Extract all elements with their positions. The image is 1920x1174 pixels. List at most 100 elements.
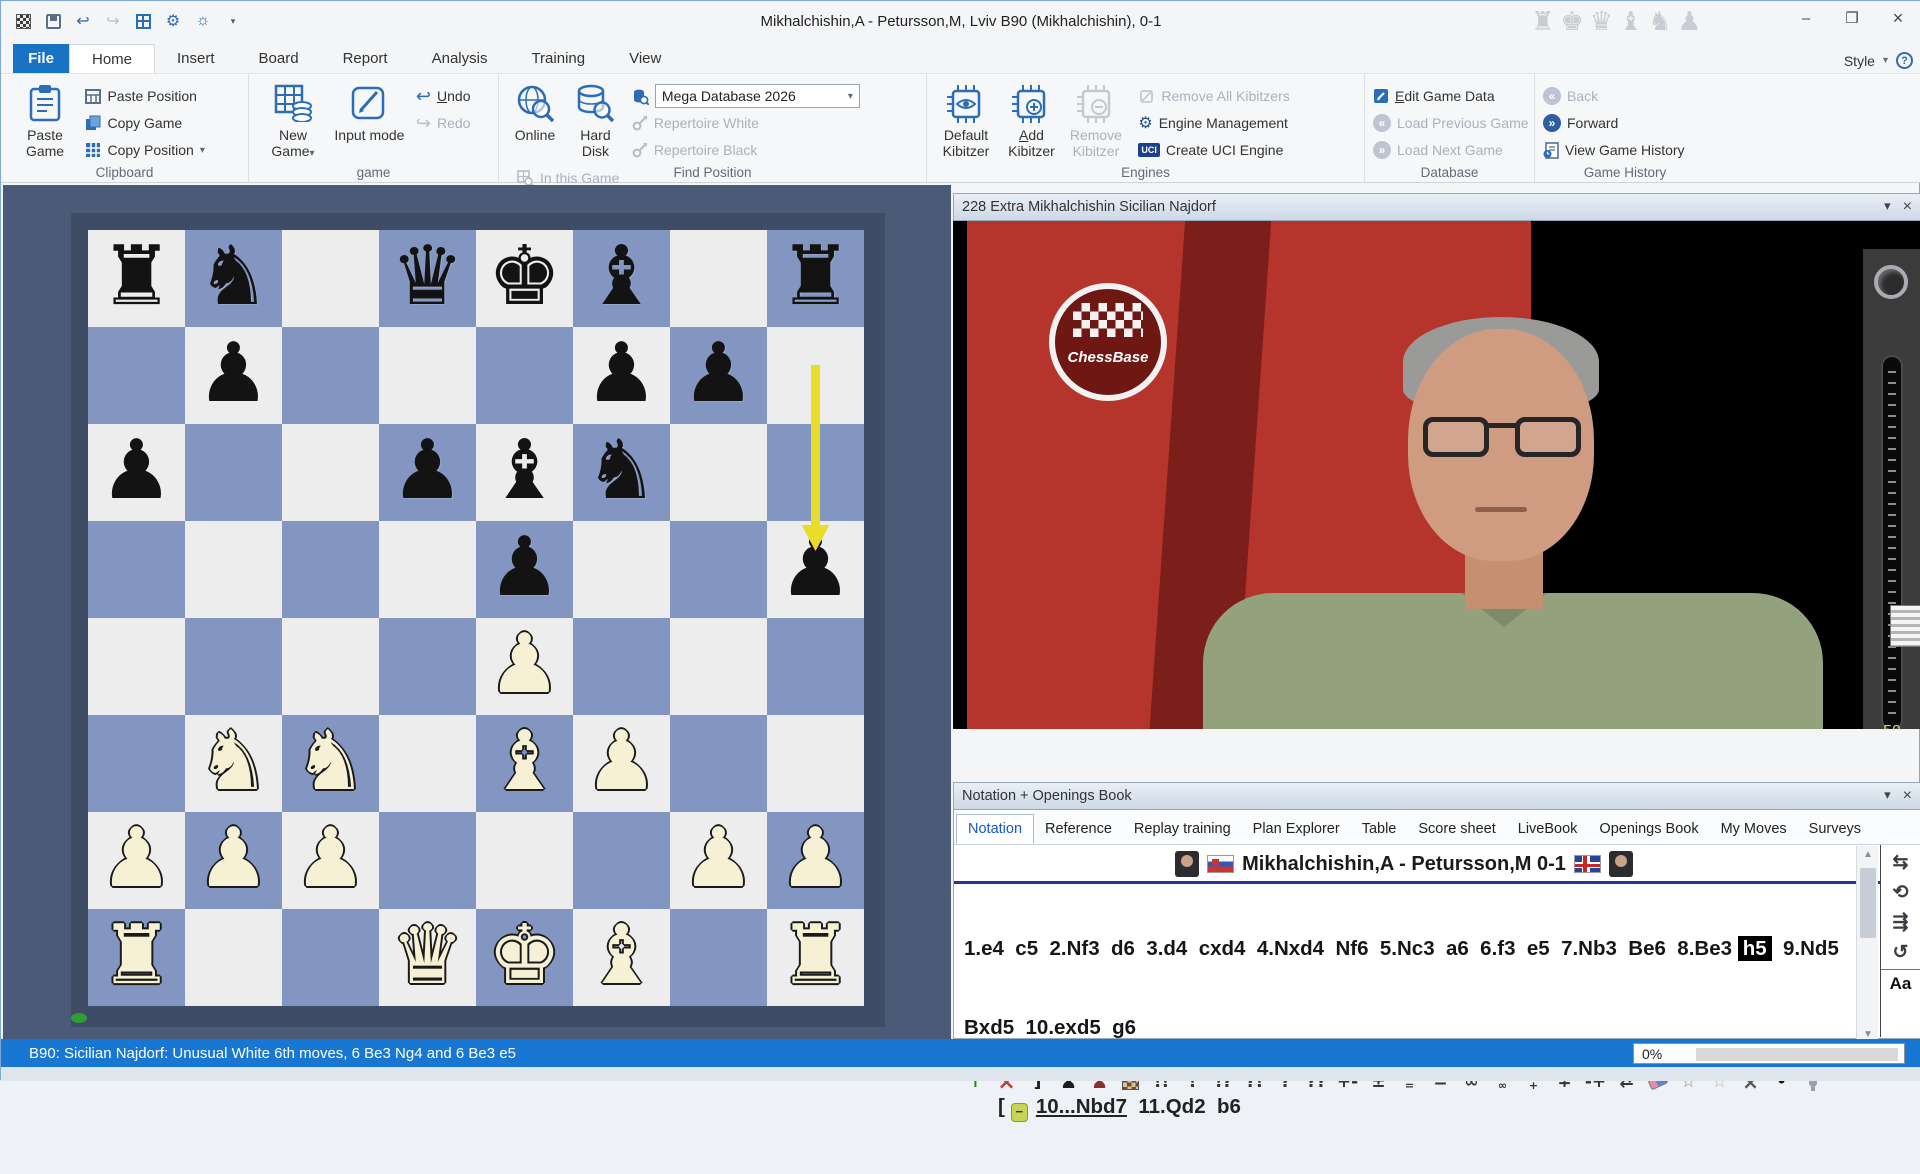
add-kibitzer-button[interactable]: Add Kibitzer — [1001, 82, 1061, 159]
speaker-ring-icon[interactable] — [1874, 265, 1908, 299]
tab-view[interactable]: View — [607, 44, 683, 73]
settings-gear-icon[interactable]: ⚙ — [163, 11, 183, 31]
board-square-h4[interactable] — [767, 618, 864, 715]
variation-link[interactable]: 10...Nbd7 — [1036, 1095, 1127, 1118]
black-pawn-a6[interactable]: ♟ — [88, 424, 185, 521]
edit-game-data-button[interactable]: Edit Game Data — [1373, 84, 1529, 108]
white-bishop-f1[interactable]: ♝ — [573, 909, 670, 1006]
input-mode-button[interactable]: Input mode — [333, 82, 405, 143]
repertoire-white-button[interactable]: Repertoire White — [632, 111, 860, 135]
white-pawn-g2[interactable]: ♟ — [670, 812, 767, 909]
black-queen-d8[interactable]: ♛ — [379, 230, 476, 327]
board-square-e7[interactable] — [476, 327, 573, 424]
notation-tab-my-moves[interactable]: My Moves — [1710, 814, 1798, 844]
notation-tab-surveys[interactable]: Surveys — [1798, 814, 1872, 844]
board-square-d2[interactable] — [379, 812, 476, 909]
board-pattern-icon[interactable] — [13, 11, 33, 31]
create-uci-engine-button[interactable]: UCI Create UCI Engine — [1138, 138, 1289, 162]
board-square-a5[interactable] — [88, 521, 185, 618]
titlebar-piece-icon[interactable]: ♞ — [1648, 6, 1671, 37]
video-panel-titlebar[interactable]: 228 Extra Mikhalchishin Sicilian Najdorf… — [953, 193, 1920, 221]
save-icon[interactable] — [43, 11, 63, 31]
board-square-h7[interactable] — [767, 327, 864, 424]
white-queen-d1[interactable]: ♛ — [379, 909, 476, 1006]
load-previous-game-button[interactable]: « Load Previous Game — [1373, 111, 1529, 135]
board-square-a4[interactable] — [88, 618, 185, 715]
video-close-icon[interactable]: × — [1903, 198, 1912, 216]
board-square-d5[interactable] — [379, 521, 476, 618]
notation-tab-score-sheet[interactable]: Score sheet — [1407, 814, 1506, 844]
board-square-b5[interactable] — [185, 521, 282, 618]
default-kibitzer-button[interactable]: Default Kibitzer — [935, 82, 997, 159]
notation-panel-titlebar[interactable]: Notation + Openings Book ▾ × — [953, 782, 1920, 810]
board-square-e2[interactable] — [476, 812, 573, 909]
database-selector[interactable]: Mega Database 2026▾ — [632, 84, 860, 108]
undo-icon[interactable]: ↩ — [73, 11, 93, 31]
volume-slider[interactable] — [1883, 357, 1901, 729]
board-square-c7[interactable] — [282, 327, 379, 424]
notation-tab-livebook[interactable]: LiveBook — [1507, 814, 1589, 844]
style-caret-icon[interactable]: ▾ — [1883, 55, 1888, 66]
board-square-a7[interactable] — [88, 327, 185, 424]
tab-training[interactable]: Training — [509, 44, 607, 73]
notation-collapse-icon[interactable]: ▾ — [1884, 787, 1891, 805]
white-king-e1[interactable]: ♚ — [476, 909, 573, 1006]
titlebar-piece-icon[interactable]: ♛ — [1590, 6, 1613, 37]
black-bishop-f8[interactable]: ♝ — [573, 230, 670, 327]
notation-scrollbar[interactable]: ▲ ▼ — [1856, 846, 1878, 1044]
board-square-f4[interactable] — [573, 618, 670, 715]
copy-game-button[interactable]: Copy Game — [85, 111, 204, 135]
board-square-c8[interactable] — [282, 230, 379, 327]
current-move[interactable]: h5 — [1738, 936, 1772, 961]
tab-analysis[interactable]: Analysis — [410, 44, 510, 73]
board-square-g5[interactable] — [670, 521, 767, 618]
paste-position-button[interactable]: Paste Position — [85, 84, 204, 108]
online-button[interactable]: Online — [507, 82, 563, 143]
board-square-g3[interactable] — [670, 715, 767, 812]
black-pawn-g7[interactable]: ♟ — [670, 327, 767, 424]
maximize-button[interactable]: ❐ — [1829, 1, 1875, 35]
undo-button[interactable]: ↩ Undo — [416, 84, 471, 108]
board-square-g4[interactable] — [670, 618, 767, 715]
black-knight-b8[interactable]: ♞ — [185, 230, 282, 327]
video-display[interactable]: ChessBase 50 ▶ 0:01:24 0:06:06 ◀◀ — [953, 221, 1920, 729]
video-collapse-icon[interactable]: ▾ — [1884, 198, 1891, 216]
move-list[interactable]: 1.e4 c5 2.Nf3 d6 3.d4 cxd4 4.Nxd4 Nf6 5.… — [964, 889, 1854, 1174]
scroll-thumb[interactable] — [1860, 868, 1876, 938]
style-button[interactable]: Style — [1844, 53, 1875, 69]
help-icon[interactable]: ? — [1896, 52, 1913, 69]
titlebar-piece-icon[interactable]: ♝ — [1619, 6, 1642, 37]
board-square-h6[interactable] — [767, 424, 864, 521]
black-pawn-b7[interactable]: ♟ — [185, 327, 282, 424]
white-rook-h1[interactable]: ♜ — [767, 909, 864, 1006]
white-pawn-f3[interactable]: ♟ — [573, 715, 670, 812]
white-pawn-b2[interactable]: ♟ — [185, 812, 282, 909]
white-rook-a1[interactable]: ♜ — [88, 909, 185, 1006]
white-pawn-c2[interactable]: ♟ — [282, 812, 379, 909]
load-next-game-button[interactable]: » Load Next Game — [1373, 138, 1529, 162]
board-square-c5[interactable] — [282, 521, 379, 618]
black-king-e8[interactable]: ♚ — [476, 230, 573, 327]
rotate-back-icon[interactable]: ↺ — [1886, 939, 1916, 965]
brightness-icon[interactable]: ☼ — [193, 11, 213, 31]
white-pawn-h2[interactable]: ♟ — [767, 812, 864, 909]
notation-close-icon[interactable]: × — [1903, 787, 1912, 805]
board-square-b4[interactable] — [185, 618, 282, 715]
black-bishop-e6[interactable]: ♝ — [476, 424, 573, 521]
board-square-b6[interactable] — [185, 424, 282, 521]
cycle-variations-icon[interactable]: ⟲ — [1886, 879, 1916, 905]
forward-button[interactable]: » Forward — [1543, 111, 1685, 135]
board-windows-icon[interactable] — [133, 11, 153, 31]
repertoire-black-button[interactable]: Repertoire Black — [632, 138, 860, 162]
white-pawn-e4[interactable]: ♟ — [476, 618, 573, 715]
black-pawn-e5[interactable]: ♟ — [476, 521, 573, 618]
branch-arrows-icon[interactable]: ⇶ — [1886, 909, 1916, 935]
font-settings-button[interactable]: Aa — [1881, 969, 1920, 994]
volume-slider-handle[interactable] — [1890, 605, 1920, 647]
minimize-button[interactable]: – — [1783, 1, 1829, 35]
scroll-up-icon[interactable]: ▲ — [1857, 846, 1879, 864]
titlebar-piece-icon[interactable]: ♚ — [1560, 6, 1583, 37]
black-pawn-d6[interactable]: ♟ — [379, 424, 476, 521]
white-knight-b3[interactable]: ♞ — [185, 715, 282, 812]
view-game-history-button[interactable]: View Game History — [1543, 138, 1685, 162]
